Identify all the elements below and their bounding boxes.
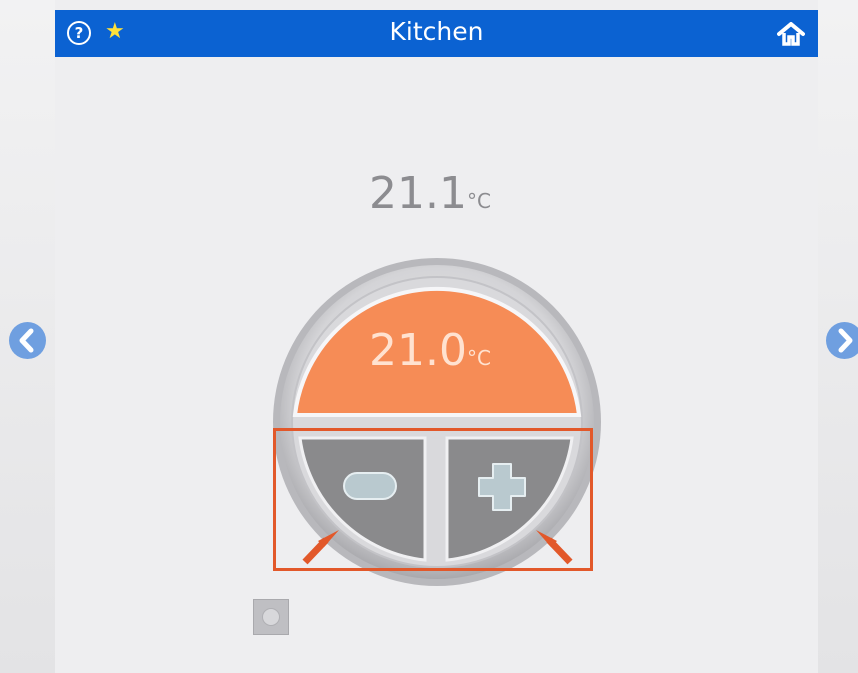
setpoint-temperature: 21.0°C	[330, 325, 530, 376]
setpoint-temperature-value: 21.0	[369, 325, 467, 376]
mode-button-knob	[262, 608, 280, 626]
setpoint-temperature-unit: °C	[467, 346, 491, 370]
mode-button[interactable]	[253, 599, 289, 635]
buttons-highlight-box	[273, 428, 593, 571]
